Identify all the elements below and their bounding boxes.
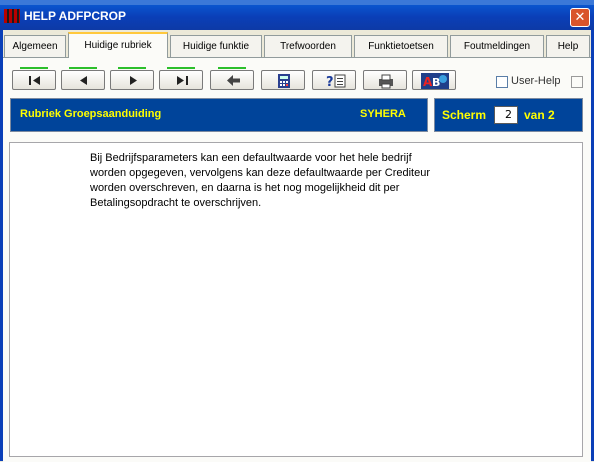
tab-huidige-funktie[interactable]: Huidige funktie [170, 35, 262, 57]
next-page-button[interactable] [110, 67, 154, 90]
previous-page-icon [80, 76, 87, 85]
scherm-page-input[interactable]: 2 [494, 106, 518, 124]
scherm-label: Scherm [442, 108, 487, 122]
tab-help[interactable]: Help [546, 35, 590, 57]
user-help-checkbox[interactable] [496, 76, 508, 88]
rubriek-code: SYHERA [360, 108, 406, 120]
scherm-total: van 2 [524, 108, 555, 122]
abc-tools-icon: AB [421, 73, 449, 89]
tab-huidige-rubriek[interactable]: Huidige rubriek [68, 32, 168, 58]
close-icon[interactable]: ✕ [570, 8, 590, 27]
first-page-icon [29, 76, 40, 85]
last-page-button[interactable] [159, 67, 203, 90]
back-button[interactable] [210, 67, 254, 90]
user-help-label: User-Help [511, 75, 561, 87]
svg-text:?: ? [326, 75, 334, 90]
rubriek-label: Rubriek Groepsaanduiding [20, 108, 162, 120]
svg-text:B: B [432, 76, 440, 89]
last-page-icon [177, 76, 188, 85]
background-app-strip [0, 0, 594, 5]
help-text: Bij Bedrijfsparameters kan een defaultwa… [90, 152, 430, 209]
app-icon [4, 9, 20, 23]
tab-foutmeldingen[interactable]: Foutmeldingen [450, 35, 544, 57]
tools-button[interactable]: AB [412, 70, 456, 90]
previous-page-button[interactable] [61, 67, 105, 90]
question-help-icon: ? [326, 74, 346, 90]
tab-trefwoorden[interactable]: Trefwoorden [264, 35, 352, 57]
question-help-button[interactable]: ? [312, 70, 356, 90]
calculator-icon [278, 74, 290, 88]
printer-icon [379, 74, 393, 89]
print-button[interactable] [363, 70, 407, 90]
first-page-button[interactable] [12, 67, 56, 90]
window-title: HELP ADFPCROP [24, 9, 127, 23]
back-arrow-icon [227, 75, 240, 86]
next-page-icon [130, 76, 137, 85]
calculator-button[interactable] [261, 70, 305, 90]
tab-algemeen[interactable]: Algemeen [4, 35, 66, 57]
extra-checkbox[interactable] [571, 76, 583, 88]
tab-funktietoetsen[interactable]: Funktietoetsen [354, 35, 448, 57]
